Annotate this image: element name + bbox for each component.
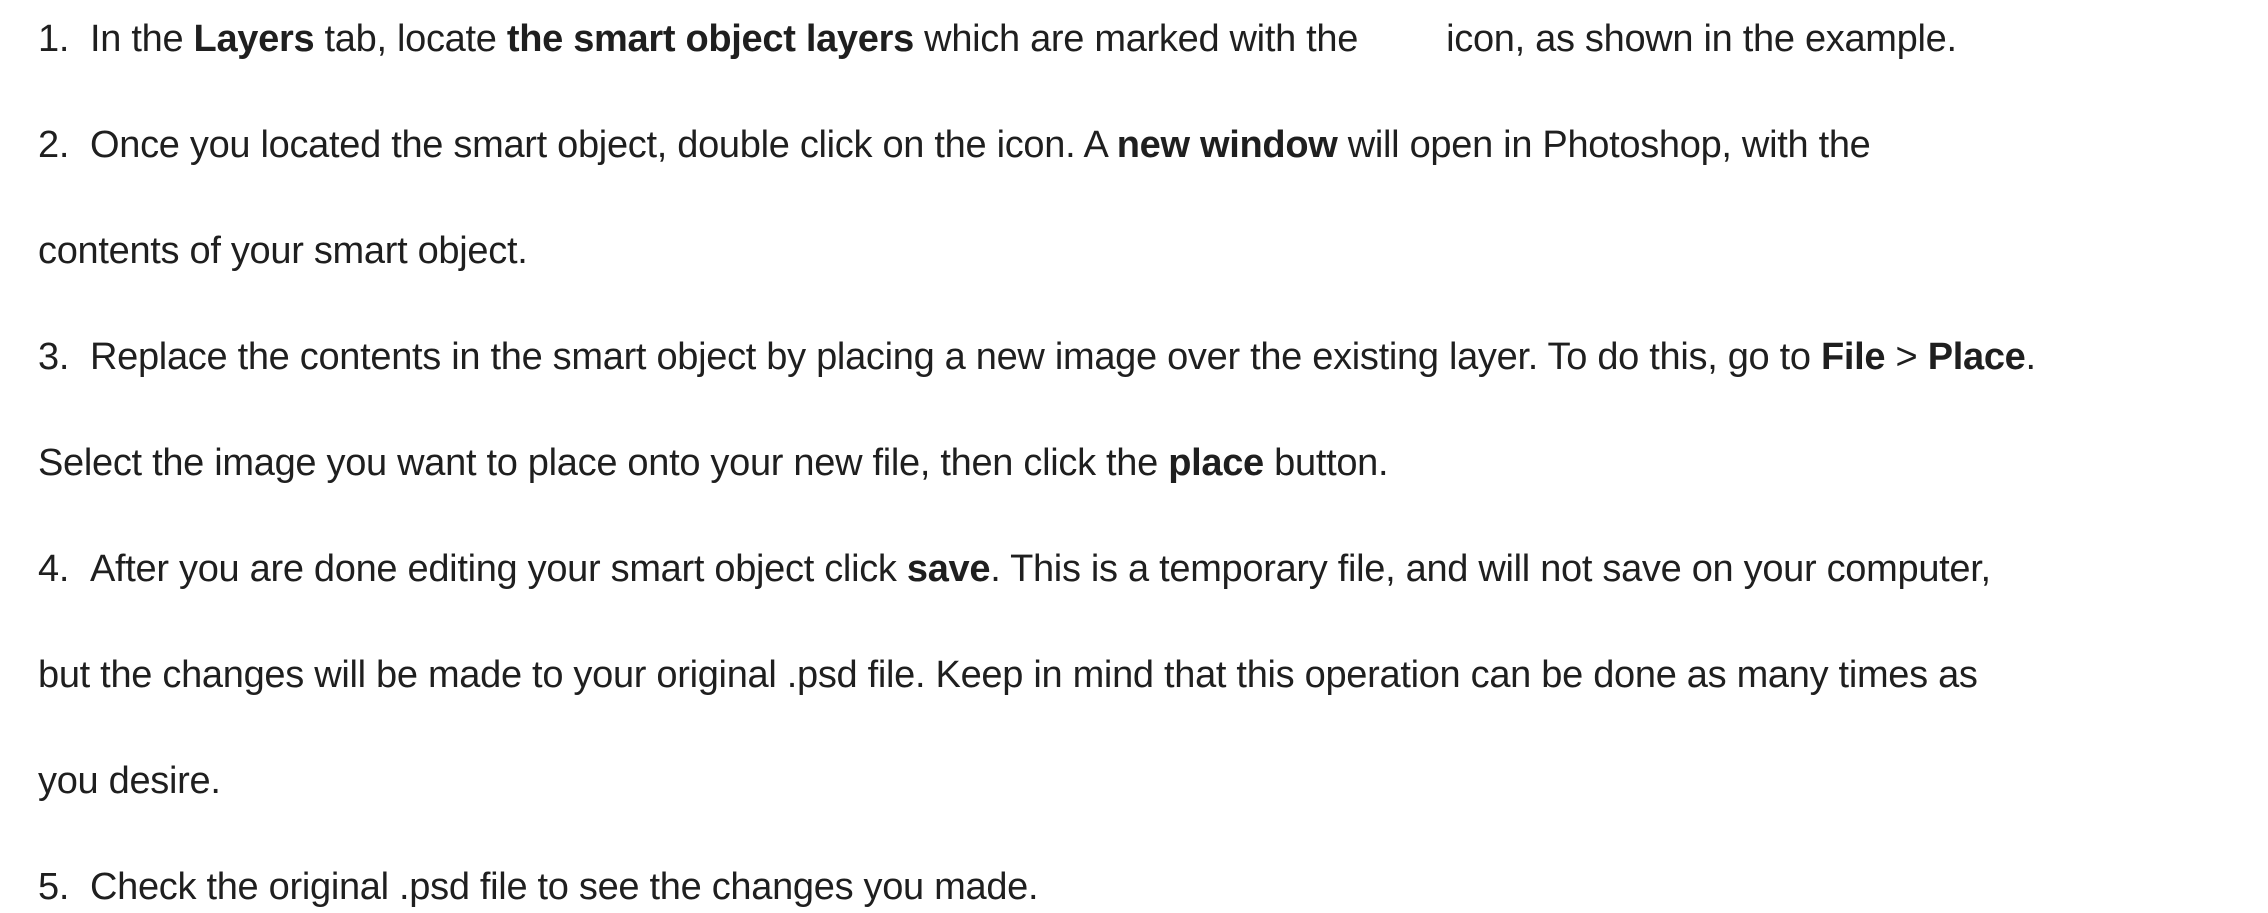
step-2-line-1: 2. Once you located the smart object, dou… bbox=[38, 119, 1871, 171]
step-1-line-1: 1. In the Layers tab, locate the smart ob… bbox=[38, 13, 1957, 65]
step-number: 3. bbox=[38, 336, 70, 378]
instructions-document: 1. In the Layers tab, locate the smart ob… bbox=[0, 0, 2268, 911]
text-run: In the bbox=[90, 18, 194, 60]
text-run: . bbox=[2025, 336, 2037, 378]
text-run-bold: new window bbox=[1116, 124, 1338, 166]
step-number: 2. bbox=[38, 124, 70, 166]
text-run: button. bbox=[1263, 442, 1389, 484]
text-run: Select the image you want to place onto … bbox=[38, 442, 1169, 484]
text-run: Once you located the smart object, doubl… bbox=[90, 124, 1117, 166]
step-number: 1. bbox=[38, 18, 70, 60]
step-4-line-2: but the changes will be made to your ori… bbox=[38, 649, 1978, 701]
step-4-line-3: you desire. bbox=[38, 755, 221, 807]
text-run: but the changes will be made to your ori… bbox=[38, 654, 1978, 696]
step-number: 5. bbox=[38, 866, 70, 908]
text-run: > bbox=[1885, 336, 1928, 378]
text-run: which are marked with the bbox=[913, 18, 1359, 60]
text-run: Replace the contents in the smart object… bbox=[90, 336, 1821, 378]
text-run-bold: Layers bbox=[193, 18, 315, 60]
smart-object-icon bbox=[1358, 22, 1446, 60]
text-run: you desire. bbox=[38, 760, 221, 802]
text-run-bold: place bbox=[1168, 442, 1264, 484]
text-run: After you are done editing your smart ob… bbox=[90, 548, 907, 590]
step-number: 4. bbox=[38, 548, 70, 590]
text-run: icon, as shown in the example. bbox=[1446, 18, 1957, 60]
step-2-line-2: contents of your smart object. bbox=[38, 225, 528, 277]
text-run: . This is a temporary file, and will not… bbox=[990, 548, 1991, 590]
step-4-line-1: 4. After you are done editing your smart … bbox=[38, 543, 1991, 595]
text-run: tab, locate bbox=[314, 18, 507, 60]
text-run-bold: save bbox=[906, 548, 991, 590]
text-run: contents of your smart object. bbox=[38, 230, 528, 272]
text-run-bold: File bbox=[1821, 336, 1886, 378]
text-run: will open in Photoshop, with the bbox=[1337, 124, 1871, 166]
text-run-bold: Place bbox=[1927, 336, 2026, 378]
step-3-line-1: 3. Replace the contents in the smart obje… bbox=[38, 331, 2036, 383]
text-run: Check the original .psd file to see the … bbox=[90, 866, 1039, 908]
text-run-bold: the smart object layers bbox=[506, 18, 914, 60]
step-3-line-2: Select the image you want to place onto … bbox=[38, 437, 1389, 489]
step-5-line-1: 5. Check the original .psd file to see th… bbox=[38, 861, 1039, 913]
